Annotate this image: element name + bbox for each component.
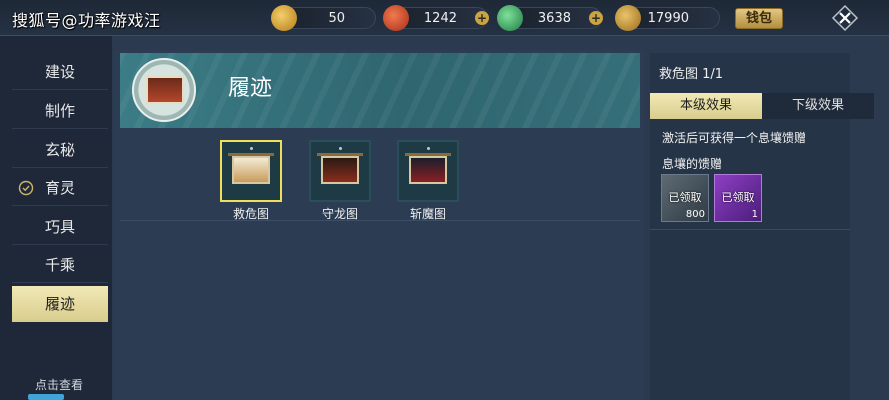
add-jade-button[interactable]: + (589, 11, 603, 25)
nav-item-build[interactable]: 建设 (12, 54, 108, 90)
nav-item-label: 建设 (44, 63, 75, 81)
claimed-label: 已领取 (721, 191, 755, 204)
resource-value: 3638 (537, 11, 571, 26)
resource-red-orb: 1242 + (383, 5, 489, 31)
circle-check-icon (18, 180, 34, 196)
resource-value: 1242 (423, 11, 457, 26)
click-to-view-hint[interactable]: 点击查看 (14, 376, 104, 393)
close-button[interactable] (830, 4, 860, 32)
section-banner (120, 53, 640, 128)
reward-count: 1 (751, 209, 758, 220)
resource-leaf-coin: 17990 (615, 5, 720, 31)
nav-item-craft[interactable]: 制作 (12, 93, 108, 129)
resource-value: 50 (328, 11, 345, 26)
reward-item[interactable]: 已领取 800 (661, 174, 709, 222)
claimed-label: 已领取 (668, 191, 702, 204)
section-title: 履迹 (228, 76, 273, 101)
resource-gold: 50 (271, 5, 376, 31)
close-icon (831, 4, 859, 32)
detail-divider (650, 229, 850, 230)
nav-item-label: 巧具 (44, 218, 75, 236)
effect-description: 激活后可获得一个息壤馈赠 (662, 131, 807, 145)
gold-coin-icon (271, 5, 297, 31)
nav-item-traces[interactable]: 履迹 (12, 286, 108, 322)
top-bar: 搜狐号@功率游戏汪 50 1242 + 3638 + 17990 钱包 (0, 0, 889, 36)
red-orb-icon (383, 5, 409, 31)
nav-item-label: 千乘 (44, 256, 75, 274)
tab-current-effect[interactable]: 本级效果 (650, 93, 762, 119)
hanging-pin (427, 147, 430, 150)
resource-jade: 3638 + (497, 5, 603, 31)
resource-value: 17990 (647, 11, 689, 26)
nav-item-label: 制作 (44, 102, 75, 120)
scroll-painting-icon (132, 58, 196, 122)
reward-heading: 息壤的馈赠 (662, 157, 723, 171)
nav-item-label: 履迹 (44, 295, 75, 313)
scroll-card-demon[interactable] (397, 140, 459, 202)
scroll-card-rescue[interactable] (220, 140, 282, 202)
jade-icon (497, 5, 523, 31)
detail-title: 救危图 1/1 (659, 67, 724, 82)
left-nav: 建设 制作 玄秘 育灵 巧具 千乘 履迹 点击查看 (0, 36, 112, 400)
section-divider (120, 220, 640, 221)
add-red-orb-button[interactable]: + (475, 11, 489, 25)
nav-item-mystic[interactable]: 玄秘 (12, 132, 108, 168)
painting-thumbnail (146, 76, 184, 104)
scroll-painting-icon (232, 156, 270, 184)
nav-scroll-indicator (28, 394, 64, 400)
nav-item-nurture[interactable]: 育灵 (12, 170, 108, 206)
scroll-painting-icon (321, 156, 359, 184)
reward-count: 800 (685, 209, 705, 220)
watermark-text: 搜狐号@功率游戏汪 (12, 11, 161, 30)
scroll-card-dragon[interactable] (309, 140, 371, 202)
nav-item-tools[interactable]: 巧具 (12, 209, 108, 245)
wallet-button[interactable]: 钱包 (735, 8, 783, 29)
tab-next-effect[interactable]: 下级效果 (762, 93, 874, 119)
reward-item[interactable]: 已领取 1 (714, 174, 762, 222)
nav-item-label: 育灵 (44, 179, 75, 197)
hanging-pin (250, 147, 253, 150)
leaf-coin-icon (615, 5, 641, 31)
nav-item-chariot[interactable]: 千乘 (12, 247, 108, 283)
nav-item-label: 玄秘 (44, 141, 75, 159)
hanging-pin (339, 147, 342, 150)
scroll-painting-icon (409, 156, 447, 184)
